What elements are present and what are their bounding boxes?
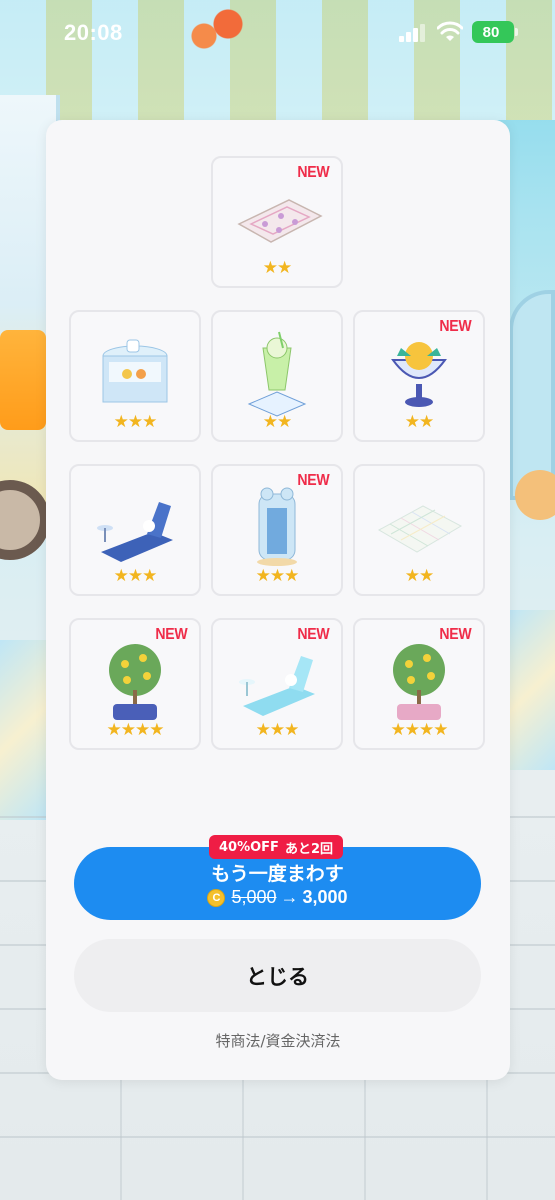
item-card-lemon-tree-blue[interactable]: NEW ★★★★ [69,618,201,750]
close-button[interactable]: とじる [74,939,481,1012]
hamster-character [515,470,555,520]
item-card-blue-lounge-chair[interactable]: ★★★ [69,464,201,596]
discount-percent: 40%OFF [219,839,279,855]
price-row: C 5,000 → 3,000 [74,887,481,908]
star-rating: ★★ [404,566,434,586]
item-card-tile-rug[interactable]: NEW ★★ [211,156,343,288]
battery-level: 80 [482,23,500,41]
star-rating: ★★★ [255,566,300,586]
star-rating: ★★ [262,412,292,432]
lemon-tree-icon [393,644,445,720]
juice-dispenser [0,330,46,430]
star-rating: ★★ [262,258,292,278]
tile-rug-icon [237,199,323,243]
spin-again-label: もう一度まわす [211,863,344,885]
melon-soda-icon [247,331,307,417]
item-card-mango-parfait[interactable]: NEW ★★ [353,310,485,442]
star-rating: ★★ [404,412,434,432]
lounge-chair-icon [97,502,173,562]
battery-icon: 80 [472,21,518,43]
cellular-signal-icon [399,24,425,42]
star-rating: ★★★ [255,720,300,740]
item-card-lemon-tree-pink[interactable]: NEW ★★★★ [353,618,485,750]
wifi-icon [437,21,463,41]
clock: 20:08 [64,20,123,45]
legal-link[interactable]: 特商法/資金決済法 [46,1030,510,1051]
mango-parfait-icon [391,342,447,407]
star-rating: ★★★★ [390,720,449,740]
price-arrow: → [280,887,299,907]
star-rating: ★★★★ [106,720,165,740]
floor-tile-icon [377,505,463,553]
new-price: 3,000 [302,887,348,907]
lounge-chair-icon [239,656,315,716]
item-card-shower-booth[interactable]: NEW ★★★ [211,464,343,596]
item-card-shop-counter[interactable]: ★★★ [69,310,201,442]
floor-tile-left [0,640,46,820]
star-rating: ★★★ [113,566,158,586]
gacha-result-modal: NEW ★★ ★★★ ★★ NEW ★★ ★★★ NEW ★★★ ★★ NEW … [46,120,510,1080]
star-rating: ★★★ [113,412,158,432]
window-arch [509,290,555,500]
item-card-aqua-lounge-chair[interactable]: NEW ★★★ [211,618,343,750]
remaining-spins: あと2回 [284,841,333,857]
old-price: 5,000 [231,887,277,907]
coin-icon: C [207,888,226,907]
item-card-pastel-floor-tile[interactable]: ★★ [353,464,485,596]
shower-booth-icon [257,487,297,566]
shop-counter-icon [102,339,168,403]
discount-badge: 40%OFF あと2回 [209,835,343,859]
item-card-melon-soda[interactable]: ★★ [211,310,343,442]
status-bar: 20:08 80 [0,0,555,64]
floor-tile-right [509,610,555,770]
lemon-tree-icon [109,644,161,720]
